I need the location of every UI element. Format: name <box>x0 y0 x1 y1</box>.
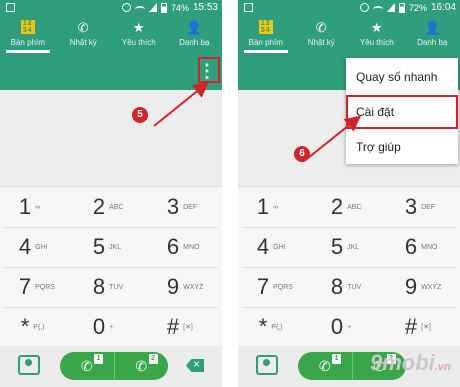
watermark-suffix: .vn <box>434 361 451 373</box>
arrow-step-6 <box>307 115 362 159</box>
watermark-main: 9mobi <box>370 350 435 375</box>
annotation-arrows <box>153 81 362 159</box>
watermark-logo: 9mobi.vn <box>370 350 451 376</box>
arrow-step-5 <box>153 81 210 127</box>
